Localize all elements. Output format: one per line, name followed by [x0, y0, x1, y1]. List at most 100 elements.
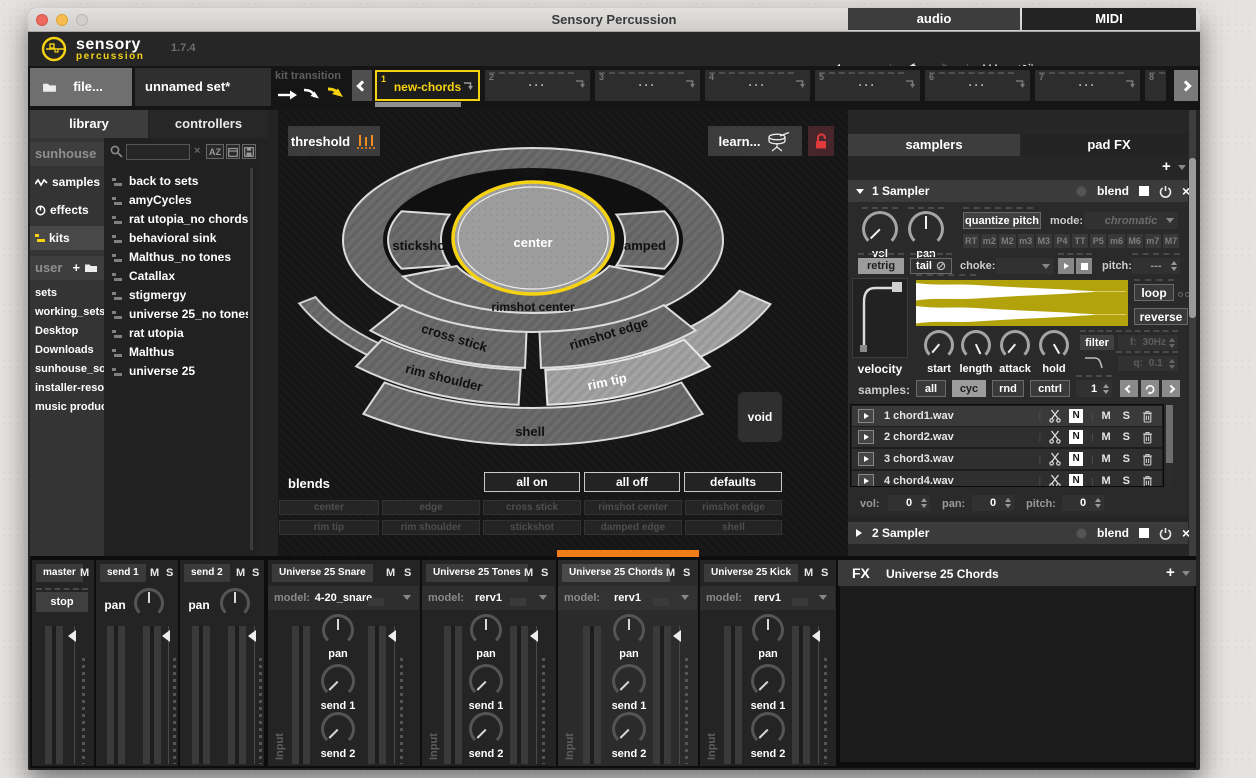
samples-rnd-button[interactable]: rnd — [992, 380, 1024, 397]
user-folder[interactable]: Desktop — [30, 322, 104, 341]
sample-row-1[interactable]: 1 chord1.wav | N | M S — [852, 406, 1162, 426]
user-folder[interactable]: working_sets — [30, 303, 104, 322]
threshold-button[interactable]: threshold — [288, 126, 380, 156]
attack-knob[interactable] — [1000, 330, 1030, 360]
mode-dropdown[interactable]: chromatic — [1084, 212, 1178, 229]
filter-freq-field[interactable]: f:30Hz — [1118, 335, 1178, 350]
solo-toggle[interactable]: S — [821, 567, 828, 579]
void-zone-button[interactable]: void — [738, 392, 782, 442]
model-dropdown[interactable]: model: rerv1 — [558, 586, 697, 610]
interval-P4[interactable]: P4 — [1054, 234, 1070, 248]
mute-toggle[interactable]: M — [524, 567, 533, 579]
reverse-button[interactable]: reverse — [1134, 308, 1188, 325]
nav-samples[interactable]: samples — [30, 170, 104, 194]
kit-transition-mode-icons[interactable] — [276, 85, 350, 105]
quantize-pitch-button[interactable]: quantize pitch — [963, 212, 1041, 229]
pan-knob[interactable] — [134, 588, 164, 618]
hold-knob[interactable] — [1039, 330, 1069, 360]
play-sample-button[interactable] — [858, 409, 874, 423]
solo-toggle[interactable]: S — [1123, 410, 1130, 422]
normalize-toggle[interactable]: N — [1069, 409, 1083, 423]
pan-knob[interactable] — [220, 588, 250, 618]
sample-row-2[interactable]: 2 chord2.wav | N | M S — [852, 427, 1162, 447]
pitch-field[interactable]: --- — [1132, 258, 1180, 274]
interval-M6[interactable]: M6 — [1127, 234, 1143, 248]
nav-effects[interactable]: effects — [30, 198, 104, 222]
interval-P5[interactable]: P5 — [1090, 234, 1106, 248]
blend-indicator-icon[interactable] — [1076, 186, 1087, 197]
blend-toggle-cross-stick[interactable]: cross stick — [483, 500, 581, 515]
blend-toggle-rimshot-center[interactable]: rimshot center — [584, 500, 682, 515]
send2-knob[interactable] — [751, 712, 785, 746]
kit-list-item[interactable]: amyCycles — [104, 191, 248, 210]
sampler2-header[interactable]: 2 Sampler blend × — [848, 522, 1188, 544]
normalize-toggle[interactable]: N — [1069, 430, 1083, 444]
scissors-icon[interactable] — [1049, 474, 1061, 487]
trash-icon[interactable] — [1142, 475, 1153, 488]
blend-toggle-rimshot-edge[interactable]: rimshot edge — [685, 500, 782, 515]
filter-button[interactable]: filter — [1080, 335, 1114, 350]
tab-midi[interactable]: MIDI — [1022, 8, 1196, 30]
blend-toggle-center[interactable]: center — [279, 500, 379, 515]
trash-icon[interactable] — [1142, 453, 1153, 466]
kit-list-item[interactable]: universe 25_no tones — [104, 305, 248, 324]
solo-toggle[interactable]: S — [166, 567, 173, 579]
set-name[interactable]: unnamed set* — [135, 68, 271, 106]
model-dropdown[interactable]: model: 4-20_snare — [268, 586, 419, 610]
mute-toggle[interactable]: M — [1101, 410, 1110, 422]
play-sample-button[interactable] — [858, 474, 874, 487]
normalize-toggle[interactable]: N — [1069, 452, 1083, 466]
preview-play-button[interactable] — [1058, 258, 1074, 274]
user-folder[interactable]: sunhouse_sou — [30, 360, 104, 379]
kit-slot-7[interactable]: 7··· — [1035, 70, 1140, 101]
kit-slot-3[interactable]: 3··· — [595, 70, 700, 101]
interval-TT[interactable]: TT — [1072, 234, 1088, 248]
fader-handle[interactable] — [530, 630, 538, 642]
user-folder[interactable]: Downloads — [30, 341, 104, 360]
solo-toggle[interactable]: S — [1123, 453, 1130, 465]
add-folder-button[interactable]: + — [72, 256, 80, 280]
tab-controllers[interactable]: controllers — [149, 110, 268, 138]
kit-list-item[interactable]: Catallax — [104, 267, 248, 286]
kit-list-item[interactable]: behavioral sink — [104, 229, 248, 248]
interval-M2[interactable]: M2 — [999, 234, 1015, 248]
row-vol-stepper[interactable]: 0 — [888, 495, 930, 511]
preview-stop-button[interactable] — [1076, 258, 1092, 274]
kit-slot-5[interactable]: 5··· — [815, 70, 920, 101]
collapse-icon[interactable] — [856, 189, 864, 194]
scissors-icon[interactable] — [1049, 430, 1061, 444]
fader-handle[interactable] — [388, 630, 396, 642]
send1-knob[interactable] — [612, 664, 646, 698]
interval-m2[interactable]: m2 — [981, 234, 997, 248]
pan-knob[interactable] — [613, 614, 645, 646]
play-sample-button[interactable] — [858, 430, 874, 444]
add-fx-button[interactable]: + — [1166, 564, 1175, 581]
send2-knob[interactable] — [469, 712, 503, 746]
blends-defaults-button[interactable]: defaults — [684, 472, 782, 492]
tab-padfx[interactable]: pad FX — [1022, 134, 1196, 156]
samples-cntrl-button[interactable]: cntrl — [1030, 380, 1070, 397]
fader-handle[interactable] — [162, 630, 170, 642]
blend-toggle-stickshot[interactable]: stickshot — [483, 520, 581, 535]
samples-cyc-button[interactable]: cyc — [952, 380, 986, 397]
fader-handle[interactable] — [248, 630, 256, 642]
stop-icon[interactable] — [1139, 528, 1149, 538]
send1-knob[interactable] — [321, 664, 355, 698]
solo-toggle[interactable]: S — [541, 567, 548, 579]
retrig-button[interactable]: retrig — [858, 258, 904, 274]
interval-RT[interactable]: RT — [963, 234, 979, 248]
mute-toggle[interactable]: M — [150, 567, 159, 579]
row-pitch-stepper[interactable]: 0 — [1062, 495, 1104, 511]
mute-toggle[interactable]: M — [1101, 431, 1110, 443]
folder-icon[interactable] — [84, 263, 98, 273]
sample-next-button[interactable] — [1162, 380, 1180, 397]
learn-button[interactable]: learn... — [708, 126, 802, 156]
mute-toggle[interactable]: M — [1101, 453, 1110, 465]
tab-library[interactable]: library — [30, 110, 148, 138]
tab-audio[interactable]: audio — [848, 8, 1020, 30]
solo-toggle[interactable]: S — [404, 567, 411, 579]
sampler1-header[interactable]: 1 Sampler blend × — [848, 180, 1188, 202]
mute-toggle[interactable]: M — [1101, 475, 1110, 487]
sampler-pan-knob[interactable] — [908, 211, 944, 247]
save-button[interactable] — [242, 144, 256, 159]
